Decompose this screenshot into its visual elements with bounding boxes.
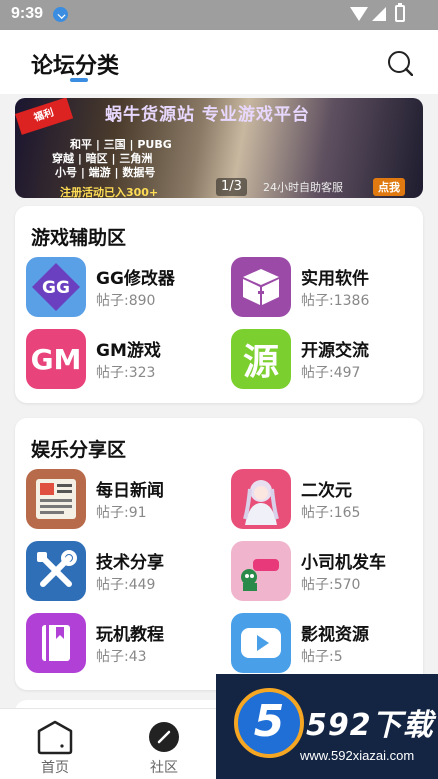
page-header: 论坛分类 (0, 30, 438, 94)
section-game-assist: 游戏辅助区 GG GG修改器 帖子:890 实用软件 帖子:1386 GM GM… (15, 206, 423, 403)
banner-line-3: 小号 | 端游 | 数据号 (55, 166, 156, 179)
promo-banner[interactable]: 福利 蜗牛货源站 专业游戏平台 和平 | 三国 | PUBG 穿越 | 暗区 |… (15, 98, 423, 198)
banner-promo-text: 注册活动已入300+ (60, 186, 159, 198)
forum-item-tech-share[interactable]: 技术分享 帖子:449 (15, 541, 205, 603)
post-count: 帖子:1386 (301, 293, 370, 309)
forum-name: GG修改器 (96, 269, 175, 289)
post-count: 帖子:890 (96, 293, 156, 309)
banner-service-text: 24小时自助客服 (263, 181, 343, 194)
gg-modifier-icon: GG (26, 257, 86, 317)
post-count: 帖子:323 (96, 365, 156, 381)
post-count: 帖子:43 (96, 649, 147, 665)
compass-icon (149, 722, 179, 752)
video-play-icon (231, 613, 291, 673)
driver-icon (231, 541, 291, 601)
forum-name: 影视资源 (301, 625, 369, 645)
post-count: 帖子:497 (301, 365, 361, 381)
post-count: 帖子:5 (301, 649, 343, 665)
banner-corner-tag: 福利 (15, 98, 74, 135)
gm-icon: GM (26, 329, 86, 389)
forum-name: GM游戏 (96, 341, 161, 361)
forum-item-utility-software[interactable]: 实用软件 帖子:1386 (220, 257, 410, 319)
forum-item-daily-news[interactable]: 每日新闻 帖子:91 (15, 469, 205, 531)
download-icon (53, 7, 68, 22)
forum-item-anime[interactable]: 二次元 帖子:165 (220, 469, 410, 531)
forum-name: 二次元 (301, 481, 352, 501)
forum-item-video-resources[interactable]: 影视资源 帖子:5 (220, 613, 410, 675)
banner-button[interactable]: 点我 (373, 178, 405, 196)
post-count: 帖子:91 (96, 505, 147, 521)
home-icon (37, 720, 73, 755)
tab-label: 首页 (41, 760, 69, 776)
section-title: 游戏辅助区 (31, 227, 127, 249)
source-icon: 源 (231, 329, 291, 389)
battery-icon (395, 3, 405, 22)
post-count: 帖子:570 (301, 577, 361, 593)
watermark-logo: 5 592下载 www.592xiazai.com (216, 674, 438, 779)
tab-community[interactable]: 社区 (134, 719, 194, 779)
title-underline (70, 78, 88, 82)
wifi-icon (350, 7, 368, 21)
tab-label: 社区 (150, 760, 178, 776)
forum-name: 每日新闻 (96, 481, 164, 501)
forum-name: 实用软件 (301, 269, 369, 289)
status-time: 9:39 (11, 5, 44, 22)
box-icon (231, 257, 291, 317)
forum-name: 开源交流 (301, 341, 369, 361)
section-entertainment: 娱乐分享区 每日新闻 帖子:91 二次元 帖子:165 技术分享 帖子:449 … (15, 418, 423, 690)
page-title: 论坛分类 (31, 54, 120, 79)
section-title: 娱乐分享区 (31, 439, 127, 461)
watermark-url: www.592xiazai.com (300, 748, 415, 763)
forum-item-gg-modifier[interactable]: GG GG修改器 帖子:890 (15, 257, 205, 319)
newspaper-icon (26, 469, 86, 529)
watermark-badge-text: 5 (253, 696, 285, 747)
watermark-badge: 5 (234, 688, 304, 758)
anime-girl-icon (231, 469, 291, 529)
post-count: 帖子:165 (301, 505, 361, 521)
status-bar: 9:39 (0, 0, 438, 30)
banner-headline: 蜗牛货源站 专业游戏平台 (105, 105, 310, 125)
watermark-title: 592下载 (306, 708, 434, 743)
forum-item-phone-tutorial[interactable]: 玩机教程 帖子:43 (15, 613, 205, 675)
forum-name: 玩机教程 (96, 625, 164, 645)
book-icon (26, 613, 86, 673)
tab-home[interactable]: 首页 (25, 719, 85, 779)
forum-name: 技术分享 (96, 553, 164, 573)
svg-text:GG: GG (42, 278, 70, 298)
signal-icon (372, 7, 386, 21)
forum-item-open-source[interactable]: 源 开源交流 帖子:497 (220, 329, 410, 391)
post-count: 帖子:449 (96, 577, 156, 593)
banner-pager: 1/3 (216, 178, 247, 196)
forum-item-driver[interactable]: 小司机发车 帖子:570 (220, 541, 410, 603)
search-icon[interactable] (387, 50, 413, 76)
tools-icon (26, 541, 86, 601)
forum-item-gm-game[interactable]: GM GM游戏 帖子:323 (15, 329, 205, 391)
forum-name: 小司机发车 (301, 553, 386, 573)
